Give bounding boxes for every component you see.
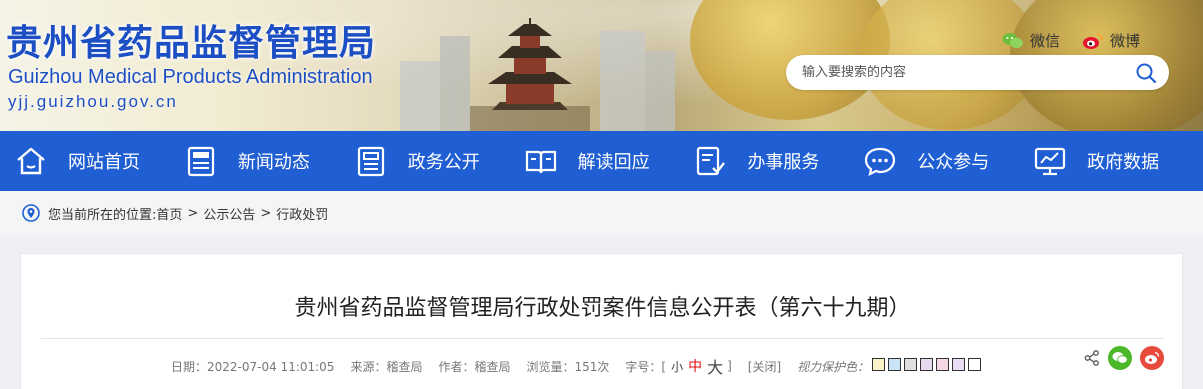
vision-color-swatches <box>869 358 982 374</box>
close-page-link[interactable]: [关闭] <box>748 358 781 375</box>
site-domain: yjj.guizhou.gov.cn <box>8 92 178 111</box>
weibo-label: 微博 <box>1110 33 1141 50</box>
search-box <box>786 55 1169 90</box>
weibo-icon <box>1145 351 1160 364</box>
wechat-link[interactable]: 微信 <box>1002 30 1060 51</box>
breadcrumb-separator: > <box>187 205 199 221</box>
wechat-icon <box>1002 32 1023 48</box>
publish-date: 日期：2022-07-04 11:01:05 <box>171 359 335 374</box>
vision-color-label: 视力保护色： <box>797 359 870 374</box>
nav-label: 办事服务 <box>747 152 820 173</box>
search-input[interactable] <box>802 65 1135 80</box>
vision-color-swatch[interactable] <box>920 358 934 371</box>
banner-building <box>645 51 675 131</box>
pagoda-image <box>470 18 590 131</box>
nav-item-participation[interactable]: 公众参与 <box>863 131 1033 191</box>
document-icon <box>357 146 384 177</box>
font-size-large[interactable]: 大 <box>707 354 723 378</box>
vision-color-swatch[interactable] <box>952 358 966 371</box>
article-author: 作者：稽查局 <box>438 359 511 374</box>
nav-label: 公众参与 <box>917 152 990 173</box>
breadcrumb-announcements[interactable]: 公示公告 <box>203 204 255 223</box>
share-wechat-button[interactable] <box>1108 346 1132 370</box>
vision-color-swatch[interactable] <box>872 358 886 371</box>
article-card: 贵州省药品监督管理局行政处罚案件信息公开表（第六十九期） 日期：2022-07-… <box>20 253 1183 389</box>
article-meta: 日期：2022-07-04 11:01:05 来源：稽查局 作者：稽查局 浏览量… <box>171 354 982 378</box>
nav-label: 解读回应 <box>577 152 650 173</box>
nav-item-gov-data[interactable]: 政府数据 <box>1033 131 1203 191</box>
vision-color-swatch[interactable] <box>904 358 918 371</box>
news-icon <box>187 146 214 177</box>
location-pin-icon <box>22 204 40 222</box>
header-banner: 贵州省药品监督管理局 Guizhou Medical Products Admi… <box>0 0 1203 131</box>
wechat-label: 微信 <box>1030 33 1061 50</box>
weibo-link[interactable]: 微博 <box>1082 30 1140 51</box>
banner-building <box>440 36 470 131</box>
nav-item-home[interactable]: 网站首页 <box>14 131 184 191</box>
breadcrumb: 您当前所在的位置: 首页 > 公示公告 > 行政处罚 <box>0 191 1203 235</box>
share-weibo-button[interactable] <box>1140 346 1164 370</box>
nav-item-interpretation[interactable]: 解读回应 <box>524 131 694 191</box>
home-icon <box>17 147 45 175</box>
font-size-small[interactable]: 小 <box>671 358 683 375</box>
breadcrumb-home[interactable]: 首页 <box>156 204 182 223</box>
share-icon[interactable] <box>1084 350 1100 366</box>
weibo-icon <box>1083 32 1103 49</box>
font-size-label: 字号：[ <box>625 359 667 374</box>
article-source: 来源：稽查局 <box>350 359 423 374</box>
vision-color-swatch[interactable] <box>968 358 982 371</box>
nav-item-gov-affairs[interactable]: 政务公开 <box>354 131 524 191</box>
banner-building <box>600 31 645 131</box>
main-nav: 网站首页 新闻动态 政务公开 解读回应 办事服务 公众参与 政府数据 <box>0 131 1203 191</box>
share-bar <box>1084 346 1164 370</box>
site-title[interactable]: 贵州省药品监督管理局 <box>6 14 376 66</box>
site-title-english: Guizhou Medical Products Administration <box>8 66 373 88</box>
breadcrumb-separator: > <box>260 205 272 221</box>
wechat-icon <box>1112 352 1128 364</box>
book-icon <box>525 150 556 174</box>
service-form-icon <box>697 146 726 176</box>
breadcrumb-prefix: 您当前所在的位置: <box>48 207 157 223</box>
nav-label: 政府数据 <box>1087 152 1160 173</box>
font-size-close-bracket: ] <box>727 359 732 373</box>
nav-label: 网站首页 <box>68 152 140 173</box>
search-icon[interactable] <box>1135 62 1157 84</box>
font-size-medium[interactable]: 中 <box>688 356 702 376</box>
nav-item-services[interactable]: 办事服务 <box>693 131 863 191</box>
chat-icon <box>865 147 896 176</box>
vision-color-swatch[interactable] <box>888 358 902 371</box>
nav-label: 政务公开 <box>407 152 480 173</box>
title-divider <box>41 338 1164 339</box>
breadcrumb-admin-penalty[interactable]: 行政处罚 <box>276 204 328 223</box>
view-count: 浏览量：151次 <box>526 359 610 374</box>
nav-label: 新闻动态 <box>237 152 310 173</box>
banner-building <box>400 61 440 131</box>
data-monitor-icon <box>1035 147 1066 176</box>
vision-color-swatch[interactable] <box>936 358 950 371</box>
article-title: 贵州省药品监督管理局行政处罚案件信息公开表（第六十九期） <box>294 296 911 321</box>
nav-item-news[interactable]: 新闻动态 <box>184 131 354 191</box>
